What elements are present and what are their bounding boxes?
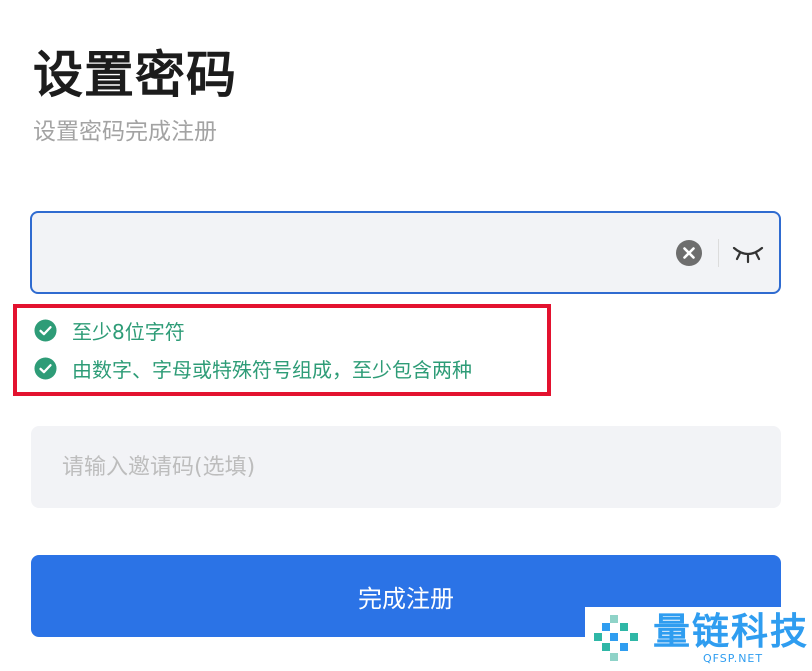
check-circle-icon: [34, 356, 57, 380]
page-subtitle: 设置密码完成注册: [33, 119, 217, 145]
watermark-name: 量链科技: [653, 610, 809, 653]
eye-closed-icon[interactable]: [731, 243, 765, 265]
password-input[interactable]: [52, 223, 652, 283]
rule-text: 由数字、字母或特殊符号组成，至少包含两种: [72, 357, 472, 382]
password-rule: 至少8位字符: [34, 315, 185, 345]
invite-code-input[interactable]: [62, 436, 742, 498]
password-rule: 由数字、字母或特殊符号组成，至少包含两种: [34, 353, 472, 383]
watermark-domain: QFSP.NET: [703, 652, 764, 665]
clear-circle-icon[interactable]: [676, 240, 702, 266]
password-rules: 至少8位字符 由数字、字母或特殊符号组成，至少包含两种: [13, 304, 551, 396]
password-field[interactable]: [30, 211, 781, 294]
page-title: 设置密码: [33, 46, 237, 104]
invite-code-field[interactable]: [31, 426, 781, 508]
watermark: 量链科技 QFSP.NET: [585, 607, 812, 671]
brand-logo-icon: [594, 615, 638, 661]
field-divider: [718, 239, 719, 267]
rule-text: 至少8位字符: [72, 319, 185, 344]
check-circle-icon: [34, 318, 57, 342]
